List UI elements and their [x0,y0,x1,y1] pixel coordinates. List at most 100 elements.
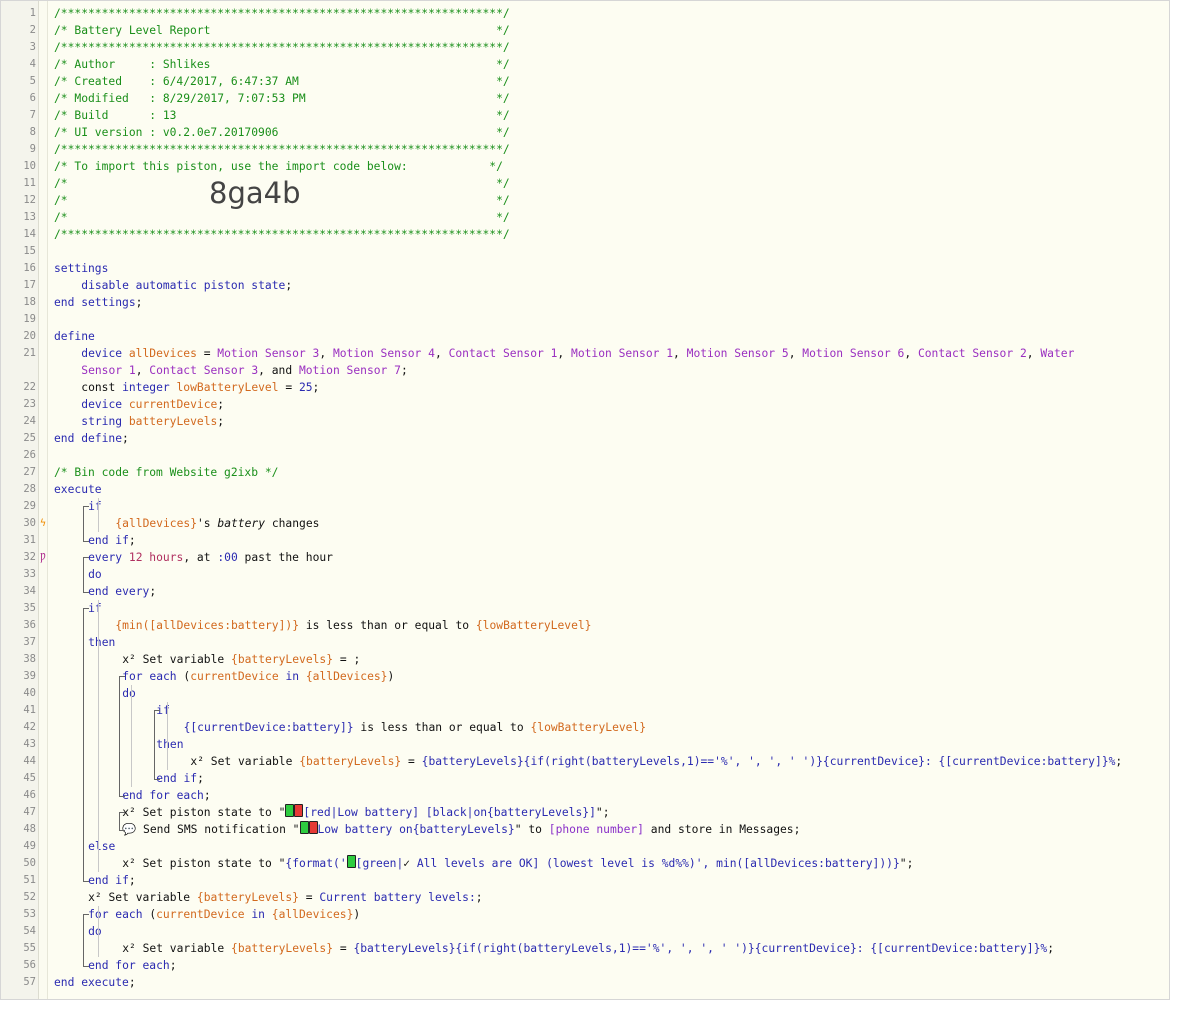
line-number: 42 [23,721,36,733]
code-text: /* Modified : 8/29/2017, 7:07:53 PM */ [54,90,510,107]
code-line[interactable]: 17 disable automatic piston state; [1,277,1169,294]
code-line[interactable]: 9 /**************************************… [1,141,1169,158]
code-line[interactable]: 56 end for each; [1,957,1169,974]
code-line[interactable]: 12/* */8ga4b [1,179,1169,209]
code-line[interactable]: 2 /* Battery Level Report */ [1,22,1169,39]
battery-low-icon [294,804,304,817]
code-line[interactable]: 33 do [1,566,1169,583]
code-line[interactable]: 31 end if; [1,532,1169,549]
code-line[interactable]: 11/* */ [1,175,1169,192]
battery-full-icon [346,855,356,868]
code-line[interactable]: 15 [1,243,1169,260]
code-line[interactable]: 5 /* Created : 6/4/2017, 6:47:37 AM */ [1,73,1169,90]
code-line[interactable]: 49 else [1,838,1169,855]
code-line[interactable]: 51 end if; [1,872,1169,889]
code-token: ; [312,381,320,394]
code-line[interactable]: 6 /* Modified : 8/29/2017, 7:07:53 PM */ [1,90,1169,107]
code-line[interactable]: 7 /* Build : 13 */ [1,107,1169,124]
code-token: batteryLevels [128,415,218,428]
code-line[interactable]: 57 end execute; [1,974,1169,991]
line-number: 3 [29,41,36,53]
code-line[interactable]: 40 do [1,685,1169,702]
code-text: x² Set variable {batteryLevels} = Curren… [88,889,483,906]
code-token: in [278,670,306,683]
battery-full-icon [285,804,295,817]
code-line[interactable]: 10 /* To import this piston, use the impo… [1,158,1169,175]
code-line[interactable]: 23 device currentDevice; [1,396,1169,413]
code-line[interactable]: 55 x² Set variable {batteryLevels} = {bat… [1,940,1169,957]
code-line[interactable]: 38 x² Set variable {batteryLevels} = ; [1,651,1169,668]
code-text: {allDevices}'s battery changes [115,515,319,532]
code-token: {batteryLevels}{if(right(batteryLevels,1… [421,755,1116,768]
code-token: {format(' [285,857,347,870]
code-line[interactable]: 22 const integer lowBatteryLevel = 25; [1,379,1169,396]
code-line[interactable]: 3 /**************************************… [1,39,1169,56]
code-line[interactable]: 29 if [1,498,1169,515]
code-line[interactable]: 46 end for each; [1,787,1169,804]
line-number: 23 [23,398,36,410]
code-token: "; [595,806,610,819]
code-text: end if; [88,872,136,889]
code-line[interactable]: 52 x² Set variable {batteryLevels} = Curr… [1,889,1169,906]
code-token: /***************************************… [54,143,510,156]
code-line[interactable]: 21 device allDevices = Motion Sensor 3, M… [1,345,1169,362]
code-line[interactable]: 27 /* Bin code from Website g2ixb */ [1,464,1169,481]
code-line[interactable]: 8 /* UI version : v0.2.0e7.20170906 */ [1,124,1169,141]
code-line[interactable]: 13 /* */ [1,209,1169,226]
code-line[interactable]: 36 {min([allDevices:battery])} is less th… [1,617,1169,634]
code-line[interactable]: 37 then [1,634,1169,651]
code-text: every 12 hours, at :00 past the hour [88,549,333,566]
battery-low-icon [308,821,318,834]
code-line[interactable]: 19 [1,311,1169,328]
code-line[interactable]: 53 for each (currentDevice in {allDevices… [1,906,1169,923]
code-line[interactable]: 54 do [1,923,1169,940]
code-line[interactable]: 16 settings [1,260,1169,277]
code-text: x² Set variable {batteryLevels} = ; [122,651,360,668]
code-text: x² Set piston state to " [red|Low battery… [122,804,610,821]
code-line[interactable]: 41 if [1,702,1169,719]
code-line[interactable]: 26 [1,447,1169,464]
code-line[interactable]: 24 string batteryLevels; [1,413,1169,430]
code-token: do [88,568,102,581]
code-token: [red|Low battery] [black|on{batteryLevel… [303,806,596,819]
code-line[interactable]: 44 x² Set variable {batteryLevels} = {bat… [1,753,1169,770]
indent-guide [98,600,99,872]
code-token: disable automatic piston state [81,279,286,292]
code-line[interactable]: 28 execute [1,481,1169,498]
code-text: /* Author : Shlikes */ [54,56,510,73]
code-line[interactable]: 39 for each (currentDevice in {allDevices… [1,668,1169,685]
code-line[interactable]: 32 Ƿevery 12 hours, at :00 past the hour [1,549,1169,566]
code-token: ; [197,772,204,785]
code-line[interactable]: Sensor 1, Contact Sensor 3, and Motion S… [1,362,1169,379]
code-line[interactable]: 20 define [1,328,1169,345]
code-line[interactable]: 35 if [1,600,1169,617]
code-line[interactable]: 4 /* Author : Shlikes */ [1,56,1169,73]
code-line[interactable]: 30 ϟ {allDevices}'s battery changes [1,515,1169,532]
code-line[interactable]: 45 end if; [1,770,1169,787]
code-token: Low battery on{batteryLevels} [317,823,515,836]
code-token: = [401,755,422,768]
code-line[interactable]: 47 x² Set piston state to " [red|Low batte… [1,804,1169,821]
code-line[interactable]: 34 end every; [1,583,1169,600]
code-line[interactable]: 42 {[currentDevice:battery]} is less than… [1,719,1169,736]
code-token: in [244,908,272,921]
code-editor[interactable]: 1 /**************************************… [0,0,1170,1000]
line-number: 25 [23,432,36,444]
code-line[interactable]: 25 end define; [1,430,1169,447]
line-number: 17 [23,279,36,291]
code-line[interactable]: 43 then [1,736,1169,753]
code-token: , [788,347,803,360]
code-text: device currentDevice; [81,396,224,413]
code-line[interactable]: 1 /**************************************… [1,5,1169,22]
code-token: Motion Sensor 3 [217,347,320,360]
code-line[interactable]: 14 /*************************************… [1,226,1169,243]
code-line[interactable]: 48 💬 Send SMS notification " Low battery o… [1,821,1169,838]
code-text: /***************************************… [54,141,510,158]
code-token: ; [128,976,136,989]
import-code[interactable]: 8ga4b [209,179,301,208]
code-line[interactable]: 18 end settings; [1,294,1169,311]
code-line[interactable]: 50 x² Set piston state to "{format(' [gree… [1,855,1169,872]
code-token: /* Build : 13 */ [54,109,510,122]
line-number: 28 [23,483,36,495]
code-token: Motion Sensor 6 [802,347,905,360]
